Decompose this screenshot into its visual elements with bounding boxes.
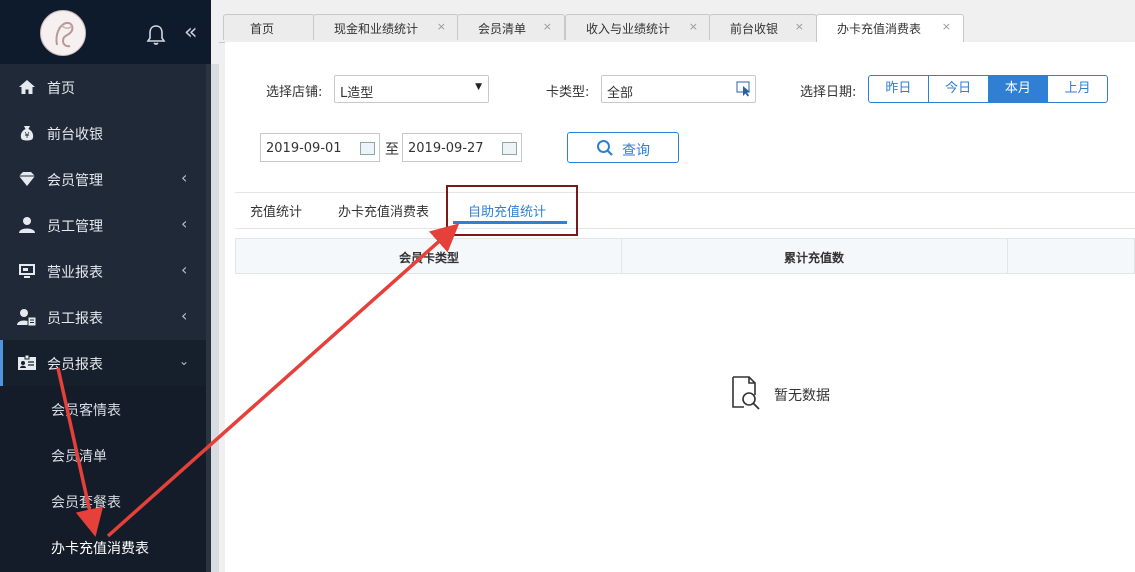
- annotation-arrows: [56, 223, 460, 538]
- arrow-down: [56, 367, 104, 537]
- arrow-to-subtab: [106, 223, 460, 538]
